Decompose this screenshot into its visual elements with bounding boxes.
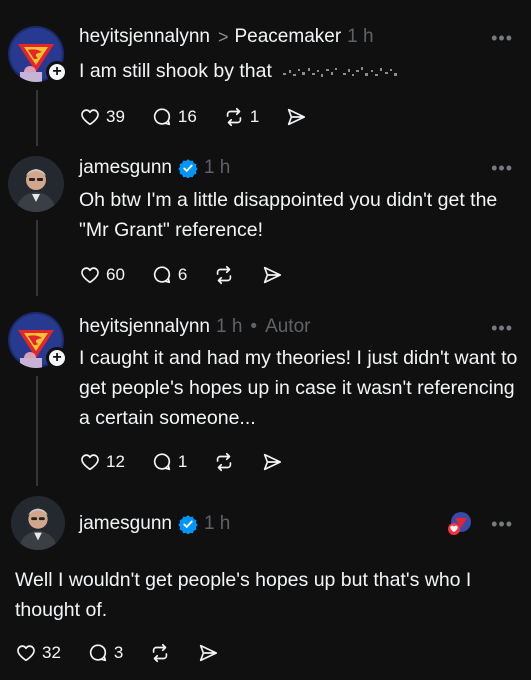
repost-icon — [217, 452, 232, 472]
heart-icon — [81, 454, 99, 471]
thread-connector-line — [36, 220, 38, 296]
repost-button[interactable] — [213, 264, 235, 286]
username[interactable]: jamesgunn — [79, 157, 172, 179]
send-icon — [264, 266, 282, 284]
post-text: I am still shook by that — [79, 56, 509, 86]
comment-icon — [153, 266, 171, 284]
post-2: jamesgunn 1 h ••• Oh btw I'm a little di… — [0, 150, 531, 300]
post-header: heyitsjennalynn 1 h • Autor — [79, 316, 310, 338]
thread-connector-line — [36, 376, 38, 486]
repost-icon — [226, 107, 242, 127]
chevron-right-icon: > — [217, 26, 229, 47]
reply-button[interactable]: 3 — [87, 642, 123, 664]
comment-icon — [89, 644, 107, 662]
avatar-jamesgunn[interactable] — [11, 496, 65, 550]
post-text-content: I am still shook by that — [79, 60, 272, 82]
verified-badge-icon — [178, 159, 198, 178]
post-text: Well I wouldn't get people's hopes up bu… — [15, 569, 472, 621]
post-1: + heyitsjennalynn > Peacemaker 1 h ••• I… — [0, 0, 531, 150]
follow-plus-icon[interactable]: + — [46, 61, 68, 83]
topic-tag[interactable]: Peacemaker — [235, 26, 342, 48]
like-button[interactable]: 60 — [79, 264, 125, 286]
repost-count: 1 — [249, 107, 260, 126]
reply-button[interactable]: 6 — [151, 264, 187, 286]
like-count: 39 — [106, 107, 125, 126]
man-avatar-image — [8, 156, 64, 212]
username[interactable]: jamesgunn — [79, 513, 172, 535]
reply-count: 1 — [177, 452, 188, 471]
post-header: heyitsjennalynn > Peacemaker 1 h — [79, 26, 374, 48]
like-button[interactable]: 32 — [15, 642, 61, 664]
timestamp: 1 h — [215, 316, 243, 337]
send-icon — [288, 108, 306, 126]
post-text: I caught it and had my theories! I just … — [79, 347, 518, 429]
send-icon — [200, 644, 218, 662]
post-actions: 32 3 — [15, 642, 245, 664]
heart-icon — [17, 645, 35, 662]
follow-plus-icon[interactable]: + — [46, 347, 68, 369]
post-actions: 12 1 — [79, 451, 309, 473]
post-actions: 39 16 1 — [79, 106, 333, 128]
share-button[interactable] — [261, 264, 283, 286]
share-button[interactable] — [285, 106, 307, 128]
comment-icon — [153, 108, 171, 126]
like-count: 12 — [106, 452, 125, 471]
like-button[interactable]: 12 — [79, 451, 125, 473]
more-options-icon[interactable]: ••• — [491, 318, 513, 339]
reply-count: 3 — [113, 643, 124, 662]
send-icon — [264, 453, 282, 471]
reply-count: 16 — [177, 107, 197, 126]
repost-button[interactable] — [149, 642, 171, 664]
repost-icon — [153, 643, 168, 663]
reply-button[interactable]: 16 — [151, 106, 197, 128]
repost-icon — [217, 265, 232, 285]
username[interactable]: heyitsjennalynn — [79, 316, 210, 338]
like-button[interactable]: 39 — [79, 106, 125, 128]
more-options-icon[interactable]: ••• — [491, 158, 513, 179]
man-avatar-image — [11, 496, 65, 550]
like-count: 60 — [106, 265, 125, 284]
share-button[interactable] — [261, 451, 283, 473]
post-4: jamesgunn 1 h ••• Well I wouldn't get pe… — [0, 490, 531, 680]
post-header: jamesgunn 1 h — [79, 513, 230, 535]
timestamp: 1 h — [203, 513, 231, 534]
more-options-icon[interactable]: ••• — [491, 28, 513, 49]
username[interactable]: heyitsjennalynn — [79, 26, 210, 48]
avatar-jamesgunn[interactable] — [8, 156, 64, 212]
redacted-blur-image — [283, 66, 398, 77]
post-text: Oh btw I'm a little disappointed you did… — [79, 189, 498, 241]
heart-icon — [81, 267, 99, 284]
thread-connector-line — [36, 90, 38, 146]
repost-button[interactable]: 1 — [223, 106, 259, 128]
timestamp: 1 h — [347, 26, 374, 47]
more-options-icon[interactable]: ••• — [491, 514, 513, 535]
post-3: + heyitsjennalynn 1 h • Autor ••• I caug… — [0, 300, 531, 490]
reply-button[interactable]: 1 — [151, 451, 187, 473]
comment-icon — [153, 453, 171, 471]
share-button[interactable] — [197, 642, 219, 664]
post-header: jamesgunn 1 h — [79, 157, 230, 179]
repost-button[interactable] — [213, 451, 235, 473]
post-actions: 60 6 — [79, 264, 309, 286]
like-count: 32 — [42, 643, 61, 662]
timestamp: 1 h — [203, 157, 231, 178]
liked-by-avatar-icon — [448, 512, 471, 535]
reply-count: 6 — [177, 265, 188, 284]
heart-icon — [81, 109, 99, 126]
verified-badge-icon — [178, 515, 198, 534]
separator-dot: • — [250, 316, 258, 337]
author-badge: Autor — [265, 316, 311, 337]
